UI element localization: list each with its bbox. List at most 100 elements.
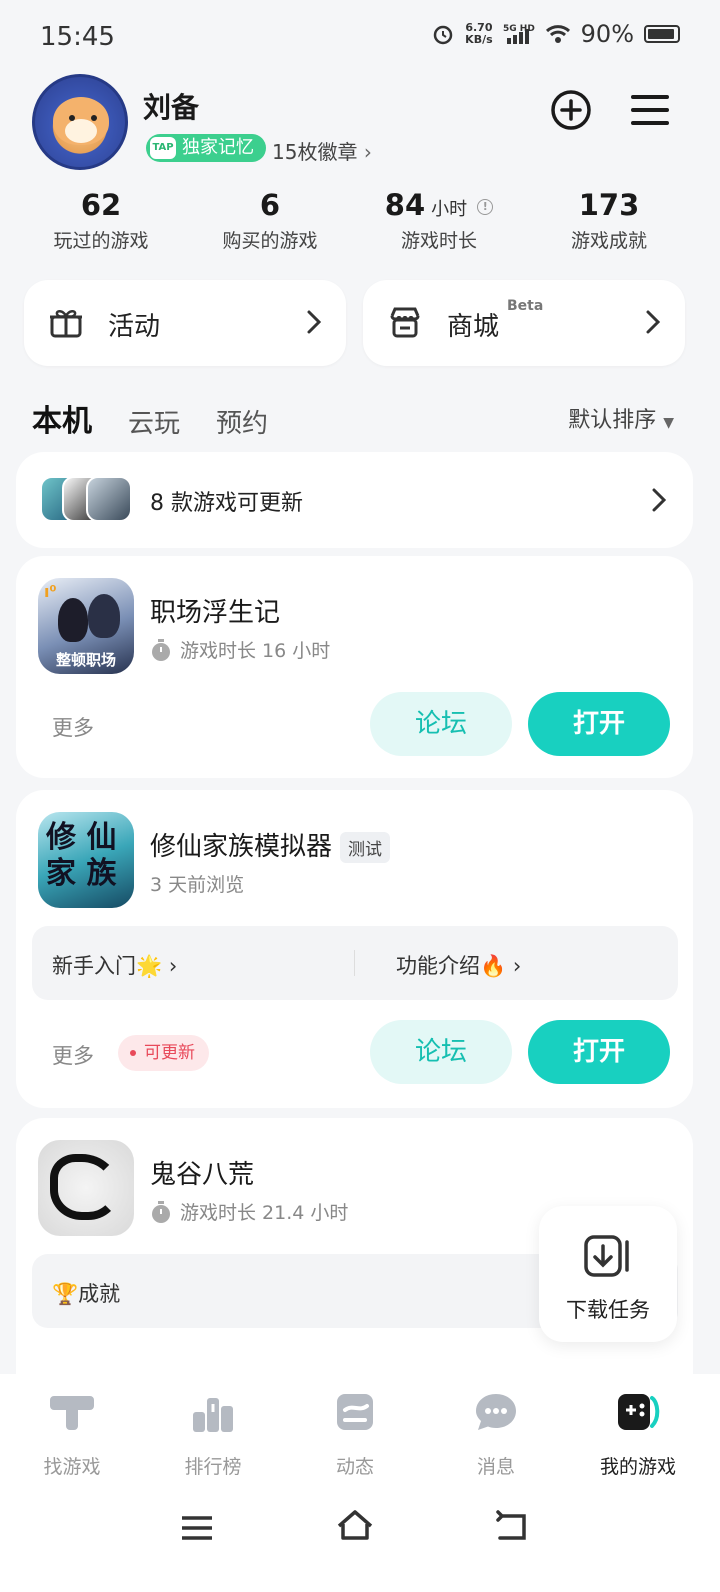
- wifi-icon: [545, 25, 570, 43]
- tab-local[interactable]: 本机: [30, 396, 94, 440]
- info-icon[interactable]: !: [477, 199, 494, 215]
- medals-link[interactable]: 15枚徽章 ›: [272, 136, 372, 165]
- game-icon[interactable]: 修 仙家 族: [38, 812, 134, 908]
- game-icon-art: 修 仙家 族: [46, 820, 117, 891]
- game-playtime: 游戏时长 21.4 小时: [150, 1198, 348, 1225]
- status-time: 15:45: [40, 22, 115, 52]
- game-icon-caption: 整顿职场: [55, 651, 116, 669]
- divider: [354, 950, 355, 976]
- nav-feed[interactable]: 动态: [283, 1388, 427, 1479]
- my-games-icon: [618, 1394, 660, 1430]
- message-icon: [476, 1394, 516, 1430]
- net-speed: 6.70 KB/s: [465, 21, 493, 46]
- forum-button[interactable]: 论坛: [370, 1020, 512, 1084]
- stat-achievements-label: 游戏成就: [570, 230, 647, 252]
- updates-card[interactable]: 8 款游戏可更新: [16, 452, 693, 548]
- shop-card[interactable]: 商城 Beta: [363, 280, 685, 366]
- nav-find-game-label: 找游戏: [43, 1456, 101, 1478]
- nav-find-game[interactable]: 找游戏: [0, 1388, 144, 1479]
- guide-beginner-link[interactable]: 新手入门🌟 ›: [52, 950, 177, 980]
- avatar-eye-left: [69, 115, 75, 121]
- guide-features-link[interactable]: 功能介绍🔥 ›: [396, 950, 521, 980]
- chevron-right-icon: ›: [162, 954, 178, 978]
- back-icon[interactable]: [494, 1510, 530, 1542]
- game-icon[interactable]: [38, 1140, 134, 1236]
- battery-percent: 90%: [580, 20, 634, 48]
- open-button[interactable]: 打开: [528, 1020, 670, 1084]
- shop-label-text: 商城: [447, 312, 500, 342]
- achievement-label: 🏆成就: [52, 1282, 121, 1306]
- add-circle-icon[interactable]: [549, 88, 593, 132]
- game-icon-art: [50, 1154, 120, 1220]
- exclusive-badge[interactable]: TAP 独家记忆: [146, 134, 266, 162]
- game-name[interactable]: 职场浮生记: [150, 592, 280, 629]
- username[interactable]: 刘备: [143, 86, 199, 126]
- game-tabs: 本机 云玩 预约: [30, 396, 268, 440]
- nav-my-games[interactable]: 我的游戏: [566, 1388, 710, 1479]
- download-tasks-button[interactable]: 下载任务: [539, 1206, 677, 1342]
- game-name[interactable]: 修仙家族模拟器: [150, 832, 332, 862]
- stat-playtime-label: 游戏时长: [400, 230, 477, 252]
- test-tag: 测试: [340, 832, 391, 863]
- activity-card[interactable]: 活动: [24, 280, 346, 366]
- caret-down-icon: ▼: [663, 415, 674, 431]
- avatar-dog-snout: [65, 119, 97, 143]
- stat-played[interactable]: 62 玩过的游戏: [16, 188, 186, 253]
- nav-messages[interactable]: 消息: [424, 1388, 568, 1479]
- game-playtime-text: 游戏时长 16 小时: [180, 640, 331, 662]
- game-playtime-text: 游戏时长 21.4 小时: [180, 1202, 349, 1224]
- more-button[interactable]: 更多: [52, 712, 94, 742]
- guide-features-label: 功能介绍🔥: [396, 954, 507, 978]
- game-name[interactable]: 鬼谷八荒: [150, 1154, 254, 1191]
- medals-label: 15枚徽章: [272, 140, 358, 164]
- open-button[interactable]: 打开: [528, 692, 670, 756]
- feed-icon: [337, 1394, 373, 1430]
- stat-played-value: 62: [80, 188, 122, 222]
- stat-playtime[interactable]: 84 小时 ! 游戏时长: [354, 188, 524, 253]
- svg-text:5G HD: 5G HD: [503, 24, 535, 34]
- stat-purchased[interactable]: 6 购买的游戏: [185, 188, 355, 253]
- guide-bar: 新手入门🌟 › 功能介绍🔥 ›: [32, 926, 678, 1000]
- game-last-viewed: 3 天前浏览: [150, 874, 245, 896]
- avatar-eye-right: [91, 115, 97, 121]
- store-icon: [390, 307, 420, 338]
- guide-beginner-label: 新手入门🌟: [52, 954, 163, 978]
- stat-playtime-value: 84: [384, 188, 426, 222]
- shop-beta-tag: Beta: [507, 298, 544, 314]
- nav-rank[interactable]: 排行榜: [141, 1388, 285, 1479]
- tab-cloud[interactable]: 云玩: [128, 403, 180, 440]
- recents-icon[interactable]: [180, 1514, 214, 1542]
- nav-my-games-label: 我的游戏: [599, 1456, 676, 1478]
- shop-label: 商城 Beta: [447, 298, 543, 343]
- more-button[interactable]: 更多: [52, 1040, 94, 1070]
- stat-achievements[interactable]: 173 游戏成就: [524, 188, 694, 253]
- chevron-right-icon: [652, 488, 667, 512]
- status-bar: 15:45 6.70 KB/s 5G HD 90%: [0, 0, 720, 70]
- menu-icon[interactable]: [628, 88, 672, 132]
- battery-icon: [644, 25, 680, 43]
- game-thumb-3: [86, 476, 132, 522]
- stat-purchased-label: 购买的游戏: [222, 230, 318, 252]
- status-icons: 6.70 KB/s 5G HD 90%: [431, 20, 680, 48]
- sort-dropdown[interactable]: 默认排序 ▼: [568, 402, 674, 434]
- tap-badge-icon: TAP: [150, 137, 176, 159]
- forum-button[interactable]: 论坛: [370, 692, 512, 756]
- game-icon[interactable]: ı⁰ 整顿职场: [38, 578, 134, 674]
- page: 15:45 6.70 KB/s 5G HD 90% 刘备 TAP 独家记忆 15枚…: [0, 0, 720, 1592]
- chevron-right-icon: ›: [363, 140, 372, 164]
- activity-label: 活动: [108, 312, 161, 342]
- alarm-icon: [433, 25, 453, 45]
- gift-icon: [50, 310, 82, 338]
- update-available-badge[interactable]: 可更新: [118, 1035, 209, 1071]
- home-icon[interactable]: [335, 1508, 375, 1542]
- tab-reserve[interactable]: 预约: [216, 403, 268, 440]
- stopwatch-icon: [152, 638, 170, 661]
- find-game-icon: [50, 1396, 94, 1430]
- sort-label: 默认排序: [568, 408, 657, 433]
- game-card[interactable]: 修 仙家 族 修仙家族模拟器 测试 3 天前浏览 新手入门🌟 › 功能介绍🔥 › …: [16, 790, 693, 1108]
- exclusive-badge-label: 独家记忆: [182, 137, 254, 158]
- game-card[interactable]: ı⁰ 整顿职场 职场浮生记 游戏时长 16 小时 更多 论坛 打开: [16, 556, 693, 778]
- avatar[interactable]: [32, 74, 128, 170]
- download-icon: [584, 1235, 629, 1277]
- game-icon-art: [58, 598, 88, 642]
